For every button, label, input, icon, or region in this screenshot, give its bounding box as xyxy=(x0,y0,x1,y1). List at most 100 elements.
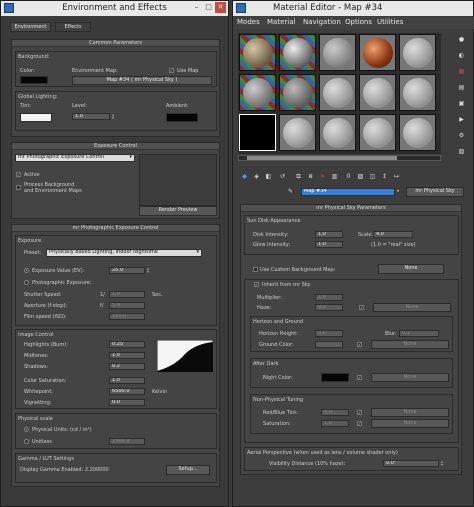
sample-slot[interactable] xyxy=(239,34,276,71)
multiplier-input[interactable]: 1.0 xyxy=(315,294,343,301)
sample-slot[interactable] xyxy=(279,114,316,151)
env-title-bar[interactable]: Environment and Effects – □ ✕ xyxy=(1,1,228,16)
sample-slot[interactable] xyxy=(399,74,436,111)
menu-modes[interactable]: Modes xyxy=(237,18,260,27)
tint-color-swatch[interactable] xyxy=(20,113,52,122)
level-spinner[interactable]: ▴ ▾ xyxy=(112,113,115,120)
exposure-value-spinner[interactable]: ▴ ▾ xyxy=(147,267,150,274)
inherit-checkbox[interactable]: ✓ xyxy=(254,282,259,287)
red-blue-map-button[interactable]: None xyxy=(371,408,449,417)
ground-color-swatch[interactable] xyxy=(315,341,343,348)
exposure-control-header[interactable]: Exposure Control xyxy=(12,143,219,150)
sample-slot[interactable] xyxy=(399,114,436,151)
night-map-button[interactable]: None xyxy=(371,373,449,382)
sample-slot[interactable] xyxy=(279,74,316,111)
backlight-icon[interactable]: ◐ xyxy=(457,51,466,60)
process-background-checkbox[interactable] xyxy=(16,185,21,190)
sample-slot[interactable] xyxy=(359,74,396,111)
active-checkbox[interactable]: ✓ xyxy=(16,172,21,177)
reset-map-icon[interactable]: ↺ xyxy=(278,172,287,181)
night-color-swatch[interactable] xyxy=(321,373,349,382)
map-name-dropdown[interactable]: Map #34 xyxy=(301,188,395,196)
eyedropper-icon[interactable]: ✎ xyxy=(286,187,295,196)
saturation-map-button[interactable]: None xyxy=(371,419,449,428)
maximize-icon[interactable]: □ xyxy=(203,2,214,13)
scrollbar-thumb[interactable] xyxy=(247,156,397,160)
level-input[interactable]: 1.0 xyxy=(72,113,110,120)
common-parameters-header[interactable]: Common Parameters xyxy=(12,40,219,47)
sample-slot[interactable] xyxy=(399,34,436,71)
go-forward-to-sibling-icon[interactable]: ↦ xyxy=(392,172,401,181)
sample-slot[interactable] xyxy=(319,114,356,151)
horizon-height-input[interactable]: 0.0 xyxy=(315,330,343,337)
sample-type-icon[interactable]: ● xyxy=(457,35,466,44)
show-map-in-viewport-icon[interactable]: ▨ xyxy=(356,172,365,181)
video-color-check-icon[interactable]: ▣ xyxy=(457,99,466,108)
preset-dropdown[interactable]: Physically Based Lighting, Indoor Nightt… xyxy=(46,249,202,257)
assign-to-selection-icon[interactable]: ◧ xyxy=(264,172,273,181)
custom-background-map-button[interactable]: None xyxy=(378,264,444,274)
background-icon[interactable]: ▦ xyxy=(457,67,466,76)
make-copy-icon[interactable]: ⧉ xyxy=(294,172,303,181)
saturation-map-checkbox[interactable]: ✓ xyxy=(357,421,362,426)
exposure-type-dropdown[interactable]: mr Photographic Exposure Control ▾ xyxy=(15,154,135,162)
shadows-input[interactable]: 0.2 xyxy=(109,363,145,370)
aperture-input[interactable]: 5.0 xyxy=(109,302,145,309)
render-preview-button[interactable]: Render Preview xyxy=(139,206,217,216)
menu-options[interactable]: Options xyxy=(345,18,372,27)
mr-photographic-header[interactable]: mr Photographic Exposure Control xyxy=(12,225,219,232)
glow-intensity-input[interactable]: 1.0 xyxy=(315,241,343,248)
material-id-icon[interactable]: 0 xyxy=(344,172,353,181)
sample-slot[interactable] xyxy=(319,74,356,111)
sample-slot[interactable] xyxy=(359,34,396,71)
ambient-color-swatch[interactable] xyxy=(166,113,198,122)
menu-utilities[interactable]: Utilities xyxy=(377,18,403,27)
physical-sky-header[interactable]: mr Physical Sky Parameters xyxy=(241,205,461,212)
film-speed-input[interactable]: 100.0 xyxy=(109,313,145,320)
background-color-swatch[interactable] xyxy=(20,76,48,84)
setup-button[interactable]: Setup... xyxy=(166,465,210,475)
sample-uv-tiling-icon[interactable]: ▤ xyxy=(457,83,466,92)
make-preview-icon[interactable]: ▶ xyxy=(457,115,466,124)
select-by-material-icon[interactable]: ▧ xyxy=(457,147,466,156)
exposure-value-input[interactable]: 25.0 xyxy=(109,267,145,274)
custom-background-checkbox[interactable] xyxy=(253,267,258,272)
haze-map-button[interactable]: None xyxy=(373,303,451,312)
delete-icon[interactable]: ✕ xyxy=(318,172,327,181)
night-map-checkbox[interactable]: ✓ xyxy=(357,375,362,380)
unitless-radio[interactable] xyxy=(24,439,29,444)
highlights-input[interactable]: 0.25 xyxy=(109,341,145,348)
go-to-parent-icon[interactable]: ↥ xyxy=(380,172,389,181)
chevron-down-icon[interactable]: ▾ xyxy=(397,189,400,196)
visibility-spinner[interactable]: ▴ ▾ xyxy=(441,460,444,467)
mat-title-bar[interactable]: Material Editor - Map #34 xyxy=(233,1,473,16)
exposure-value-radio[interactable] xyxy=(24,268,29,273)
shutter-speed-input[interactable]: 1.0 xyxy=(109,291,145,298)
tab-environment[interactable]: Environment xyxy=(10,22,51,32)
haze-input[interactable]: 0.0 xyxy=(315,304,343,311)
sample-slot-selected[interactable] xyxy=(239,114,276,151)
put-to-scene-icon[interactable]: ◈ xyxy=(252,172,261,181)
tab-effects[interactable]: Effects xyxy=(55,22,91,32)
photographic-exposure-radio[interactable] xyxy=(24,280,29,285)
menu-material[interactable]: Material xyxy=(267,18,295,27)
sample-slot[interactable] xyxy=(239,74,276,111)
put-to-library-icon[interactable]: ▥ xyxy=(330,172,339,181)
environment-map-button[interactable]: Map #34 ( mr Physical Sky ) xyxy=(72,76,212,85)
sample-slot[interactable] xyxy=(319,34,356,71)
options-icon[interactable]: ⚙ xyxy=(457,131,466,140)
menu-navigation[interactable]: Navigation xyxy=(303,18,341,27)
make-unique-icon[interactable]: ⧈ xyxy=(306,172,315,181)
saturation-input[interactable]: 1.0 xyxy=(321,420,349,427)
map-type-button[interactable]: mr Physical Sky xyxy=(406,187,464,197)
ground-map-button[interactable]: None xyxy=(371,340,449,349)
scale-input[interactable]: 4.0 xyxy=(373,231,413,238)
close-icon[interactable]: ✕ xyxy=(215,2,226,13)
physical-units-radio[interactable] xyxy=(24,427,29,432)
minimize-icon[interactable]: – xyxy=(191,2,202,13)
blur-input[interactable]: 0.1 xyxy=(399,330,439,337)
ground-map-checkbox[interactable]: ✓ xyxy=(357,342,362,347)
show-end-result-icon[interactable]: ◫ xyxy=(368,172,377,181)
red-blue-tint-input[interactable]: 0.0 xyxy=(321,409,349,416)
sample-slot[interactable] xyxy=(359,114,396,151)
